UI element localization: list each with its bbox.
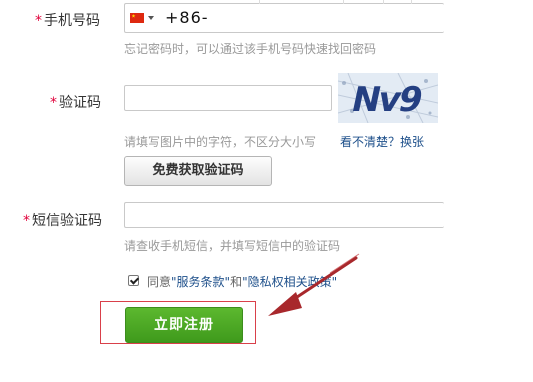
annotation-arrow-icon (268, 253, 360, 316)
